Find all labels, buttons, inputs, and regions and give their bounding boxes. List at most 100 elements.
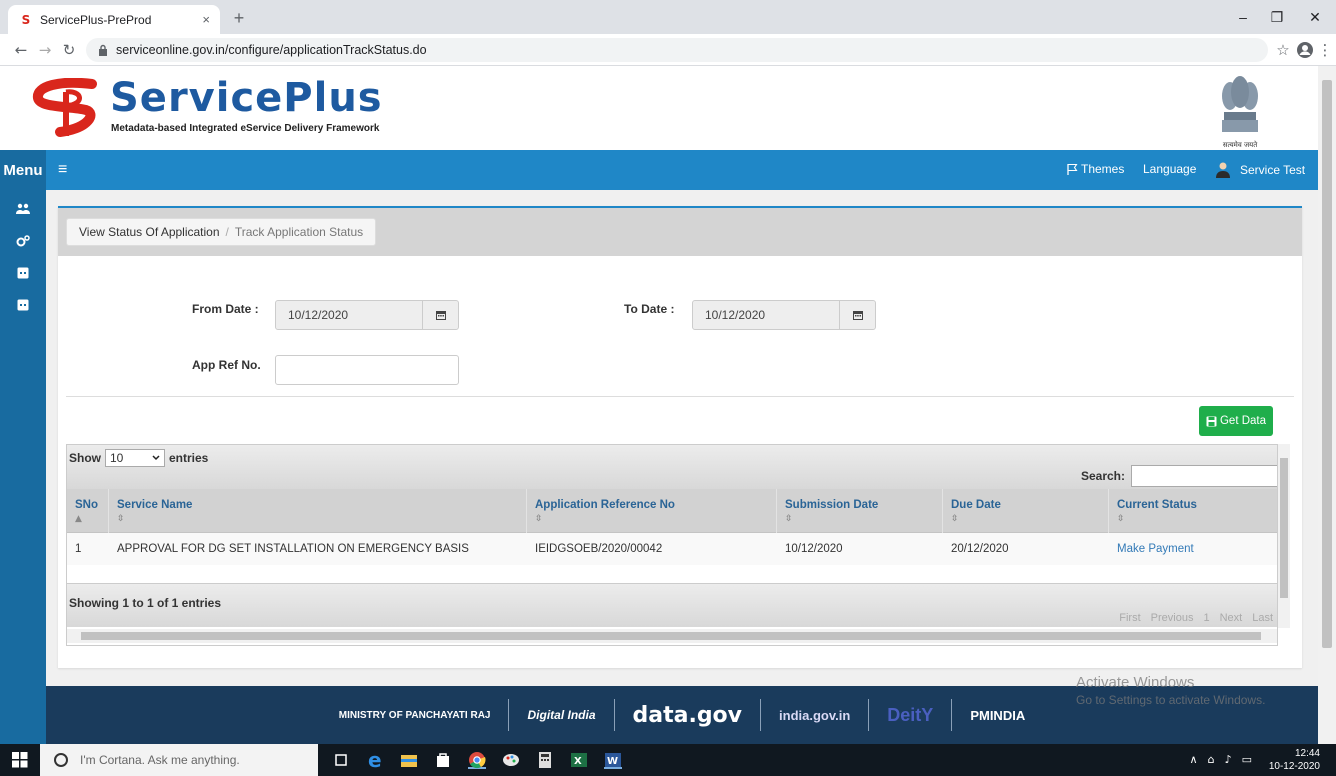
from-date-field[interactable]: 10/12/2020	[275, 300, 459, 330]
table-vertical-scrollbar[interactable]	[1278, 444, 1290, 628]
language-link[interactable]: Language	[1143, 162, 1196, 176]
windows-start-icon[interactable]	[12, 752, 28, 771]
cell-submission-date: 10/12/2020	[785, 543, 843, 555]
app-ref-input[interactable]	[275, 355, 459, 385]
reload-icon[interactable]: ↻	[58, 39, 80, 61]
column-header-label: Service Name	[117, 499, 193, 511]
window-minimize-button[interactable]: –	[1228, 6, 1258, 28]
user-menu[interactable]: Service Test	[1216, 162, 1305, 178]
edge-browser-icon[interactable]: e	[366, 748, 384, 772]
svg-text:W: W	[607, 756, 618, 767]
cortana-search-box[interactable]: I'm Cortana. Ask me anything.	[40, 744, 318, 776]
data-gov-logo[interactable]: data.gov	[633, 703, 743, 728]
column-header-app-ref-no[interactable]: Application Reference No ⇳	[527, 489, 777, 533]
pager-next[interactable]: Next	[1220, 612, 1243, 624]
site-header: ServicePlus Metadata-based Integrated eS…	[0, 66, 1318, 150]
column-header-submission-date[interactable]: Submission Date ⇳	[777, 489, 943, 533]
search-input[interactable]	[1131, 465, 1277, 487]
footer-divider	[508, 699, 510, 731]
make-payment-link[interactable]: Make Payment	[1109, 533, 1194, 565]
profile-icon[interactable]	[1294, 39, 1316, 61]
entries-select-value: 10	[110, 451, 124, 465]
page-vertical-scrollbar[interactable]	[1318, 66, 1336, 744]
get-data-button[interactable]: Get Data	[1199, 406, 1273, 436]
task-view-icon[interactable]	[332, 751, 350, 769]
breadcrumb: View Status Of Application / Track Appli…	[66, 218, 377, 246]
scrollbar-thumb[interactable]	[1280, 458, 1288, 598]
user-avatar-icon	[1216, 162, 1230, 178]
sort-icon: ⇳	[785, 514, 793, 524]
themes-link[interactable]: Themes	[1066, 162, 1124, 176]
word-icon[interactable]: W	[604, 751, 622, 769]
get-data-label: Get Data	[1219, 415, 1267, 427]
entries-select[interactable]: 10	[105, 449, 165, 467]
back-arrow-icon[interactable]: ←	[10, 39, 32, 61]
column-header-due-date[interactable]: Due Date ⇳	[943, 489, 1109, 533]
emblem-caption: सत्यमेव जयते	[1222, 141, 1258, 149]
window-maximize-button[interactable]: ❐	[1262, 6, 1292, 28]
notification-icon[interactable]: ▭	[1242, 753, 1252, 766]
table-horizontal-scrollbar[interactable]	[67, 629, 1277, 643]
forward-arrow-icon[interactable]: →	[34, 39, 56, 61]
deity-logo[interactable]: DeitY	[887, 705, 933, 726]
chevron-up-icon[interactable]: ∧	[1190, 753, 1198, 766]
cell-service-name: APPROVAL FOR DG SET INSTALLATION ON EMER…	[117, 543, 469, 555]
sort-icon: ⇳	[117, 514, 125, 524]
pager-first[interactable]: First	[1119, 612, 1140, 624]
pager-previous[interactable]: Previous	[1151, 612, 1194, 624]
network-icon[interactable]: ⌂	[1208, 753, 1215, 766]
chrome-icon[interactable]	[468, 751, 486, 769]
bookmark-star-icon[interactable]: ☆	[1272, 39, 1294, 61]
system-clock[interactable]: 12:44 10-12-2020	[1269, 747, 1320, 773]
store-icon[interactable]	[434, 751, 452, 769]
flag-icon	[1066, 163, 1078, 175]
window-icon[interactable]	[14, 264, 32, 282]
window-close-button[interactable]: ✕	[1300, 6, 1330, 28]
cortana-icon	[54, 753, 68, 767]
file-explorer-icon[interactable]	[400, 751, 418, 769]
new-tab-button[interactable]: +	[228, 7, 250, 29]
column-header-service-name[interactable]: Service Name ⇳	[109, 489, 527, 533]
track-status-panel: View Status Of Application / Track Appli…	[58, 206, 1302, 668]
paint-icon[interactable]	[502, 751, 520, 769]
calendar-icon[interactable]	[839, 301, 875, 329]
pager-page-1[interactable]: 1	[1203, 612, 1209, 624]
brand-tagline: Metadata-based Integrated eService Deliv…	[111, 123, 380, 134]
table-footer: Showing 1 to 1 of 1 entries First Previo…	[67, 583, 1277, 627]
lock-icon	[98, 44, 108, 56]
search-label: Search:	[1080, 469, 1125, 483]
table-search: Search:	[1080, 465, 1277, 487]
panchayati-raj-logo[interactable]: MINISTRY OF PANCHAYATI RAJ	[339, 710, 491, 721]
window-icon[interactable]	[14, 296, 32, 314]
to-date-value: 10/12/2020	[705, 308, 766, 322]
column-header-sno[interactable]: SNo ▲	[67, 489, 109, 533]
breadcrumb-parent[interactable]: View Status Of Application	[79, 225, 220, 239]
brand-title: ServicePlus	[110, 75, 383, 121]
serviceplus-logo-icon	[30, 77, 100, 138]
tab-close-button[interactable]: ×	[202, 12, 210, 27]
pagination: First Previous 1 Next Last	[1109, 612, 1273, 624]
digital-india-logo[interactable]: Digital India	[527, 708, 595, 722]
volume-icon[interactable]: ♪	[1225, 753, 1232, 766]
india-gov-logo[interactable]: india.gov.in	[779, 708, 850, 723]
browser-menu-icon[interactable]: ⋮	[1314, 39, 1336, 61]
browser-toolbar: ← → ↻ serviceonline.gov.in/configure/app…	[0, 34, 1336, 66]
pager-last[interactable]: Last	[1252, 612, 1273, 624]
column-header-current-status[interactable]: Current Status ⇳	[1109, 489, 1277, 533]
scrollbar-thumb[interactable]	[81, 632, 1261, 640]
browser-tab[interactable]: S ServicePlus-PreProd ×	[8, 5, 220, 34]
pmindia-logo[interactable]: PMINDIA	[970, 708, 1025, 723]
cogs-icon[interactable]	[14, 232, 32, 250]
web-page: ServicePlus Metadata-based Integrated eS…	[0, 66, 1336, 744]
hamburger-icon[interactable]: ≡	[58, 162, 67, 178]
scrollbar-thumb[interactable]	[1322, 80, 1332, 648]
windows-taskbar: I'm Cortana. Ask me anything. e X W ∧ ⌂ …	[0, 744, 1336, 776]
address-bar[interactable]: serviceonline.gov.in/configure/applicati…	[86, 38, 1268, 62]
users-icon[interactable]	[14, 200, 32, 218]
column-header-label: Current Status	[1117, 499, 1197, 511]
to-date-field[interactable]: 10/12/2020	[692, 300, 876, 330]
excel-icon[interactable]: X	[570, 751, 588, 769]
menu-label[interactable]: Menu	[0, 150, 46, 190]
calendar-icon[interactable]	[422, 301, 458, 329]
calculator-icon[interactable]	[536, 751, 554, 769]
